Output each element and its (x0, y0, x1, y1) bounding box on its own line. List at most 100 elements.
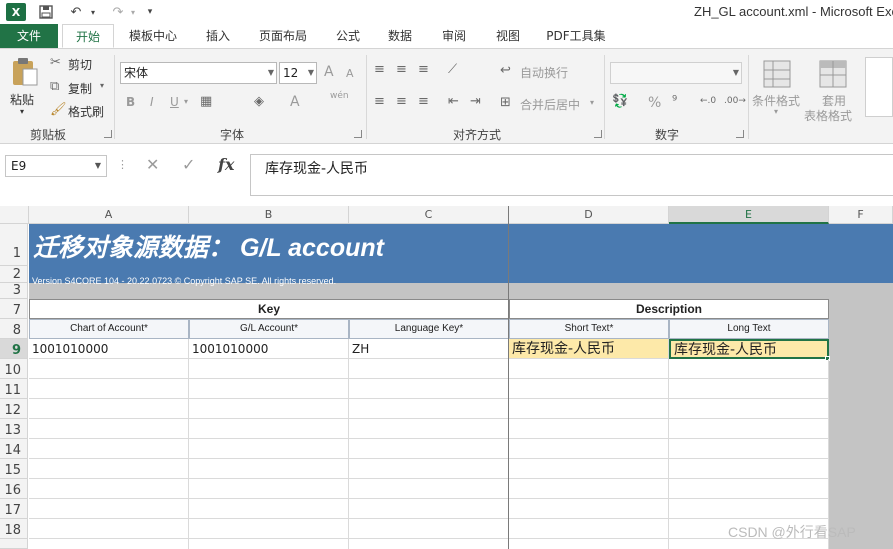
empty-cell[interactable] (669, 379, 829, 399)
empty-cell[interactable] (349, 499, 509, 519)
empty-cell[interactable] (189, 439, 349, 459)
tab-page-layout[interactable]: 页面布局 (252, 24, 314, 48)
font-size-select[interactable]: 12 ▼ (279, 62, 317, 84)
empty-cell[interactable] (509, 459, 669, 479)
column-header-f[interactable]: F (829, 206, 893, 224)
font-color-button[interactable]: A (290, 94, 300, 110)
undo-icon[interactable]: ↶ (66, 3, 86, 21)
empty-cell[interactable] (349, 399, 509, 419)
empty-cell[interactable] (509, 499, 669, 519)
wrap-text-button[interactable]: ↩ 自动换行 (500, 63, 580, 81)
shrink-font-button[interactable]: A (346, 67, 354, 80)
copy-button[interactable]: ⧉ 复制 ▾ (50, 79, 108, 97)
increase-decimal-icon[interactable]: ←.0 (700, 96, 716, 106)
field-header-chart-of-account[interactable]: Chart of Account* (29, 319, 189, 339)
tab-file[interactable]: 文件 (0, 24, 58, 48)
empty-cell[interactable] (189, 519, 349, 539)
empty-cell[interactable] (29, 459, 189, 479)
empty-cell[interactable] (29, 439, 189, 459)
align-right-icon[interactable]: ≡ (418, 94, 429, 109)
customize-toolbar-icon[interactable]: ▾ (144, 3, 156, 21)
merge-center-button[interactable]: ⊞ 合并后居中 ▾ (500, 95, 600, 113)
empty-cell[interactable] (349, 359, 509, 379)
number-launcher-icon[interactable] (736, 130, 744, 138)
increase-indent-icon[interactable]: ⇥ (470, 94, 481, 109)
decrease-indent-icon[interactable]: ⇤ (448, 94, 459, 109)
empty-cell[interactable] (669, 419, 829, 439)
empty-cell[interactable] (29, 479, 189, 499)
tab-view[interactable]: 视图 (488, 24, 528, 48)
cell-e9-active[interactable]: 库存现金-人民币 (669, 339, 829, 359)
cell-d9[interactable]: 库存现金-人民币 (509, 339, 669, 359)
insert-function-button[interactable]: fx (218, 155, 234, 174)
align-bottom-icon[interactable]: ≡ (418, 62, 429, 77)
select-all-corner[interactable] (0, 206, 29, 224)
empty-cell[interactable] (669, 359, 829, 379)
group-header-key[interactable]: Key (29, 299, 509, 319)
format-painter-button[interactable]: 🖌 格式刷 (50, 102, 108, 120)
column-header-b[interactable]: B (189, 206, 349, 224)
empty-cell[interactable] (349, 479, 509, 499)
row-header-12[interactable]: 12 (0, 399, 28, 419)
empty-cell[interactable] (509, 419, 669, 439)
empty-cell[interactable] (29, 359, 189, 379)
font-name-select[interactable]: 宋体 ▼ (120, 62, 277, 84)
column-header-c[interactable]: C (349, 206, 509, 224)
column-header-a[interactable]: A (29, 206, 189, 224)
row-header-3[interactable]: 3 (0, 283, 28, 299)
cell-a9[interactable]: 1001010000 (29, 339, 189, 359)
empty-cell[interactable] (29, 379, 189, 399)
tab-data[interactable]: 数据 (380, 24, 420, 48)
undo-dropdown-icon[interactable]: ▾ (88, 3, 98, 21)
row-header-10[interactable]: 10 (0, 359, 28, 379)
column-header-e[interactable]: E (669, 206, 829, 224)
row-header-9[interactable]: 9 (0, 339, 28, 359)
conditional-formatting-button[interactable]: 条件格式 ▾ (752, 57, 802, 123)
cancel-icon[interactable]: ✕ (146, 155, 159, 174)
empty-cell[interactable] (509, 359, 669, 379)
tab-insert[interactable]: 插入 (198, 24, 238, 48)
empty-cell[interactable] (509, 439, 669, 459)
currency-icon[interactable]: 💱 (612, 94, 628, 109)
fill-color-icon[interactable]: ◈ (254, 94, 264, 109)
align-middle-icon[interactable]: ≡ (396, 62, 407, 77)
empty-cell[interactable] (509, 479, 669, 499)
column-header-d[interactable]: D (509, 206, 669, 224)
tab-review[interactable]: 审阅 (434, 24, 474, 48)
empty-cell[interactable] (189, 419, 349, 439)
comma-style-icon[interactable]: ⁹ (672, 94, 677, 109)
row-header-13[interactable]: 13 (0, 419, 28, 439)
empty-cell[interactable] (349, 459, 509, 479)
phonetic-button[interactable]: wén (330, 91, 349, 101)
empty-cell[interactable] (189, 499, 349, 519)
cut-button[interactable]: ✂ 剪切 (50, 55, 100, 73)
field-header-language-key[interactable]: Language Key* (349, 319, 509, 339)
empty-cell[interactable] (189, 399, 349, 419)
empty-cell[interactable] (189, 379, 349, 399)
empty-cell[interactable] (29, 519, 189, 539)
underline-dropdown-icon[interactable]: ▾ (184, 97, 188, 106)
field-header-short-text[interactable]: Short Text* (509, 319, 669, 339)
align-left-icon[interactable]: ≡ (374, 94, 385, 109)
group-header-description[interactable]: Description (509, 299, 829, 319)
row-header-1[interactable]: 1 (0, 224, 28, 266)
empty-cell[interactable] (29, 539, 189, 549)
row-header-11[interactable]: 11 (0, 379, 28, 399)
empty-cell[interactable] (669, 459, 829, 479)
tab-pdf-tools[interactable]: PDF工具集 (540, 24, 612, 48)
empty-cell[interactable] (509, 519, 669, 539)
empty-cell[interactable] (349, 539, 509, 549)
redo-dropdown-icon[interactable]: ▾ (128, 3, 138, 21)
row-header-18[interactable]: 18 (0, 519, 28, 539)
row-header-2[interactable]: 2 (0, 266, 28, 283)
enter-icon[interactable]: ✓ (182, 155, 195, 174)
empty-cell[interactable] (29, 419, 189, 439)
paste-button[interactable]: 粘贴 ▾ (6, 55, 44, 119)
bold-button[interactable]: B (126, 95, 135, 109)
field-header-gl-account[interactable]: G/L Account* (189, 319, 349, 339)
row-header-8[interactable]: 8 (0, 319, 28, 339)
empty-cell[interactable] (189, 459, 349, 479)
row-header-14[interactable]: 14 (0, 439, 28, 459)
alignment-launcher-icon[interactable] (594, 130, 602, 138)
empty-cell[interactable] (669, 399, 829, 419)
